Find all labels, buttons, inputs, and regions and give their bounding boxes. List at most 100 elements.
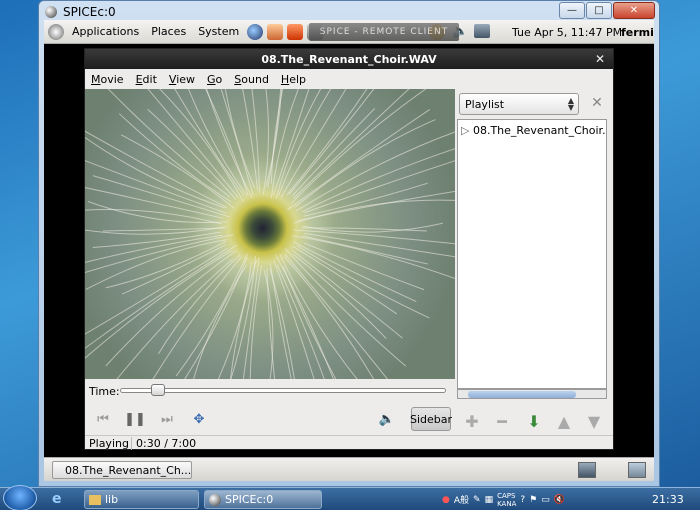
network-icon[interactable] [474,24,490,38]
visualization-ray [174,89,245,196]
totem-player-window: 08.The_Revenant_Choir.WAV ✕ Movie Edit V… [84,48,614,450]
menu-applications[interactable]: Applications [66,25,145,38]
sidebar-close-icon[interactable]: ✕ [589,95,605,111]
window-controls: — □ ✕ [559,2,655,19]
minimize-button[interactable]: — [559,2,585,19]
visualization-rays [85,89,455,379]
windows-taskbar: e lib SPICEc:0 ● A般 ✎ ▦ CAPS KANA ? ⚑ ▭ … [0,485,700,510]
playlist-remove-icon[interactable]: ━ [491,410,513,432]
menu-edit[interactable]: Edit [130,73,163,86]
playlist-hscrollbar[interactable] [457,389,607,399]
ime-icon[interactable]: ● [442,495,450,505]
spice-app-icon [45,6,57,18]
combo-arrow-icon: ▲ ▼ [567,96,574,112]
system-tray: ● A般 ✎ ▦ CAPS KANA ? ⚑ ▭ 🔇 [442,491,565,508]
help-icon[interactable]: ? [520,495,525,505]
visualization-area[interactable] [85,89,455,379]
status-state: Playing [89,437,129,450]
time-label: Time: [89,384,120,398]
gnome-taskbar-button[interactable]: 08.The_Revenant_Ch... [52,461,192,479]
scrollbar-thumb[interactable] [468,391,576,398]
visualization-ray [290,89,427,204]
gnome-clock[interactable]: Tue Apr 5, 11:47 PM [512,26,622,39]
visualization-ray [85,160,227,214]
visualization-ray [279,253,358,379]
gnome-user-name[interactable]: fermi [621,26,654,39]
close-button[interactable]: ✕ [613,2,655,19]
playlist-item[interactable]: ▷ 08.The_Revenant_Choir.WAV [461,124,606,137]
visualization-ray [85,226,228,235]
menu-system[interactable]: System [192,25,245,38]
playing-indicator-icon: ▷ [461,124,473,137]
internet-explorer-icon[interactable]: e [52,491,62,507]
guest-display[interactable]: Applications Places System Tue Apr 5, 11… [44,20,654,481]
pause-icon[interactable]: ❚❚ [123,407,147,431]
menu-help[interactable]: Help [275,73,312,86]
visualization-ray [270,89,299,199]
playlist-add-icon[interactable]: ✚ [461,410,483,432]
language-bar-icon[interactable]: A般 [454,493,469,506]
taskbar-button-lib[interactable]: lib [84,490,199,509]
menu-sound[interactable]: Sound [228,73,275,86]
visualization-ray [303,182,428,217]
previous-track-icon[interactable]: ⏮ [91,407,115,431]
status-bar: Playing 0:30 / 7:00 [85,435,613,451]
gnome-foot-icon[interactable] [48,23,64,40]
volume-button-icon[interactable]: 🔈 [375,407,399,431]
gnome-task-label: 08.The_Revenant_Ch... [65,463,192,477]
visualization-ray [217,262,252,379]
visualization-ray [292,108,376,197]
mail-icon[interactable] [267,23,284,40]
workspace-2-icon[interactable] [628,462,646,478]
action-center-icon[interactable]: ⚑ [529,495,537,505]
visualization-ray [85,136,226,209]
volume-tray-icon[interactable]: 🔇 [554,495,565,505]
network-tray-icon[interactable]: ▭ [541,495,550,505]
playlist-move-down-icon[interactable]: ▼ [583,410,605,432]
ime-tools-icon[interactable]: ✎ [473,495,481,505]
totem-close-icon[interactable]: ✕ [593,52,607,66]
taskbar-button-spice[interactable]: SPICEc:0 [204,490,322,509]
playlist-list[interactable]: ▷ 08.The_Revenant_Choir.WAV [457,119,607,389]
seek-slider[interactable] [120,388,446,393]
visualization-ray [147,108,237,200]
visualization-ray [282,265,337,379]
menu-places[interactable]: Places [145,25,192,38]
menu-movie[interactable]: Movie [85,73,130,86]
visualization-ray [229,259,258,379]
playlist-move-up-icon[interactable]: ▲ [553,410,575,432]
visualization-ray [105,250,237,367]
spice-window-title: SPICEc:0 [63,5,116,19]
next-track-icon[interactable]: ⏭ [155,407,179,431]
launcher-icon[interactable] [287,23,304,40]
folder-icon [89,494,101,505]
playlist-selector-label: Playlist [465,97,505,111]
tray-pad-icon[interactable]: ▦ [485,495,494,505]
status-time: 0:30 / 7:00 [131,437,196,450]
caps-kana-indicator: CAPS KANA [497,491,517,508]
seek-slider-knob[interactable] [151,384,166,396]
fullscreen-icon[interactable]: ✥ [187,407,211,431]
visualization-ray [304,232,455,258]
maximize-button[interactable]: □ [586,2,612,19]
gnome-bottom-panel: 08.The_Revenant_Ch... [44,457,654,481]
visualization-ray [293,241,417,302]
visualization-ray [85,209,223,225]
spice-titlebar[interactable]: SPICEc:0 [45,3,116,21]
playlist-save-icon[interactable]: ⬇ [523,410,545,432]
windows-clock[interactable]: 21:33 [652,493,684,506]
web-browser-icon[interactable] [247,23,264,40]
visualization-ray [205,89,249,196]
sidebar-button[interactable]: Sidebar [410,407,452,431]
playlist-selector[interactable]: Playlist ▲ ▼ [459,93,579,115]
start-orb-icon[interactable] [3,485,37,510]
visualization-ray [157,254,241,355]
visualization-ray [292,245,398,315]
workspace-1-icon[interactable] [578,462,596,478]
visualization-ray [280,89,347,198]
visualization-ray [85,247,228,335]
menu-go[interactable]: Go [201,73,228,86]
visualization-ray [107,89,231,198]
totem-titlebar[interactable]: 08.The_Revenant_Choir.WAV [85,49,613,69]
menu-view[interactable]: View [163,73,201,86]
